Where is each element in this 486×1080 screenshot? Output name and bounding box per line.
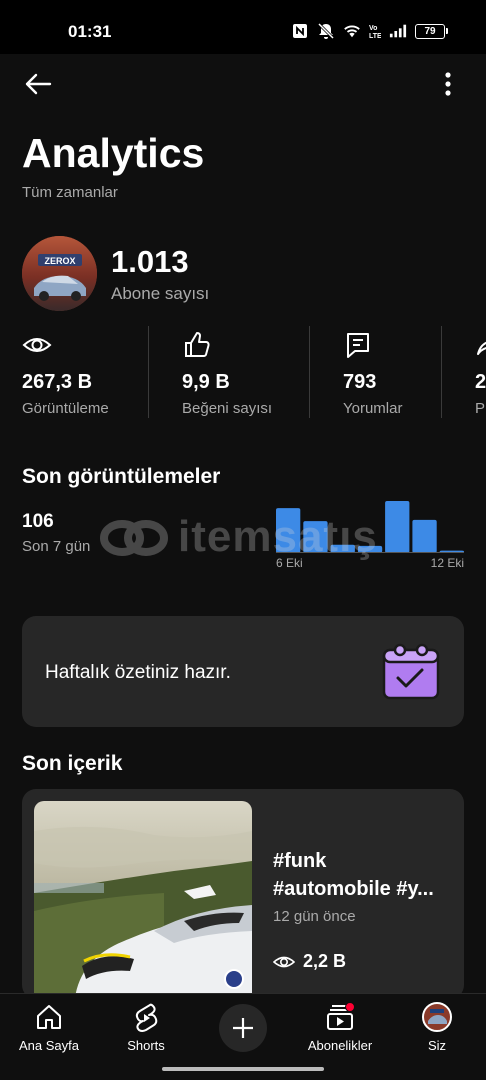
svg-text:Vo: Vo bbox=[369, 25, 377, 32]
video-age: 12 gün önce bbox=[273, 908, 356, 925]
status-bar: 01:31 Vo LTE 79 bbox=[0, 0, 486, 54]
volte-icon: Vo LTE bbox=[369, 22, 381, 40]
nav-label: Ana Sayfa bbox=[19, 1038, 79, 1053]
recent-content-card[interactable]: #funk #automobile #y... 12 gün önce 2,2 … bbox=[22, 789, 464, 999]
stat-label: Beğeni sayısı bbox=[182, 400, 273, 417]
stat-label: Görüntüleme bbox=[22, 400, 109, 417]
battery-level: 79 bbox=[415, 23, 445, 39]
stat-divider bbox=[309, 326, 310, 418]
recent-views-period: Son 7 gün bbox=[22, 538, 91, 555]
recent-views-title: Son görüntülemeler bbox=[22, 465, 221, 488]
recent-views-count: 106 bbox=[22, 511, 54, 532]
stat-value: 267,3 B bbox=[22, 371, 93, 393]
stat-value: 793 bbox=[343, 371, 377, 393]
chart-bar bbox=[303, 521, 328, 553]
more-options-button[interactable] bbox=[428, 68, 468, 100]
stat-divider bbox=[441, 326, 442, 418]
chart-bar bbox=[385, 501, 410, 553]
wifi-icon bbox=[343, 22, 361, 40]
video-views-count: 2,2 B bbox=[303, 951, 347, 971]
weekly-summary-text: Haftalık özetiniz hazır. bbox=[45, 662, 231, 683]
profile-avatar-icon bbox=[422, 1002, 452, 1032]
svg-text:LTE: LTE bbox=[369, 33, 381, 39]
avatar-logo-text: ZEROX bbox=[44, 256, 75, 266]
chart-baseline bbox=[276, 552, 464, 553]
nfc-icon bbox=[291, 22, 309, 40]
mute-icon bbox=[317, 22, 335, 40]
comment-icon bbox=[343, 330, 373, 360]
chart-bar bbox=[412, 519, 437, 553]
nav-label: Siz bbox=[427, 1038, 447, 1053]
arrow-left-icon bbox=[25, 73, 52, 95]
video-title-line: #funk bbox=[273, 850, 327, 872]
status-time: 01:31 bbox=[68, 22, 112, 41]
status-icons: Vo LTE 79 bbox=[291, 22, 448, 40]
battery-icon: 79 bbox=[415, 23, 448, 39]
create-button[interactable] bbox=[219, 1004, 267, 1052]
watermark-logo-icon bbox=[100, 520, 168, 556]
nav-label: Abonelikler bbox=[307, 1038, 373, 1053]
subscriber-label: Abone sayısı bbox=[111, 284, 210, 303]
chart-x-tick-label: 12 Eki bbox=[430, 556, 464, 570]
stats-row[interactable]: 267,3 B Görüntüleme 9,9 B Beğeni sayısı … bbox=[0, 326, 486, 420]
recent-views-chart[interactable] bbox=[276, 500, 464, 553]
video-title[interactable]: #funk #automobile #y... bbox=[273, 847, 453, 903]
thumbs-up-icon bbox=[182, 330, 212, 360]
notification-dot bbox=[345, 1002, 355, 1012]
home-icon bbox=[34, 1002, 64, 1032]
home-indicator[interactable] bbox=[162, 1067, 324, 1071]
video-title-line: #automobile #y... bbox=[273, 878, 434, 900]
signal-icon bbox=[389, 22, 407, 40]
video-views: 2,2 B bbox=[273, 951, 346, 972]
channel-avatar[interactable]: ZEROX bbox=[22, 236, 97, 311]
nav-subscriptions[interactable]: Abonelikler bbox=[294, 1002, 386, 1062]
top-app-bar bbox=[0, 54, 486, 114]
nav-label: Shorts bbox=[127, 1038, 165, 1053]
chart-x-tick-label: 6 Eki bbox=[276, 556, 303, 570]
nav-shorts[interactable]: Shorts bbox=[100, 1002, 192, 1062]
weekly-summary-card[interactable]: Haftalık özetiniz hazır. bbox=[22, 616, 464, 727]
stat-label: Yorumlar bbox=[343, 400, 403, 417]
subscriptions-icon bbox=[325, 1002, 355, 1032]
stat-label: P bbox=[475, 400, 486, 417]
subscriber-count: 1.013 bbox=[111, 244, 189, 279]
eye-icon bbox=[22, 330, 52, 360]
calendar-check-icon bbox=[380, 640, 442, 702]
stat-value: 9,9 B bbox=[182, 371, 230, 393]
stat-divider bbox=[148, 326, 149, 418]
eye-icon bbox=[273, 956, 295, 967]
shorts-icon bbox=[131, 1002, 161, 1032]
page-subtitle: Tüm zamanlar bbox=[22, 184, 118, 201]
page-title: Analytics bbox=[22, 130, 205, 176]
recent-content-title: Son içerik bbox=[22, 752, 123, 775]
chart-bar bbox=[276, 508, 301, 553]
back-button[interactable] bbox=[22, 68, 54, 100]
nav-home[interactable]: Ana Sayfa bbox=[3, 1002, 95, 1062]
nav-you[interactable]: Siz bbox=[391, 1002, 483, 1062]
more-vertical-icon bbox=[445, 72, 451, 96]
video-thumbnail[interactable] bbox=[34, 801, 252, 999]
share-icon bbox=[475, 330, 486, 360]
plus-icon bbox=[233, 1018, 253, 1038]
stat-value: 2 bbox=[475, 371, 486, 393]
